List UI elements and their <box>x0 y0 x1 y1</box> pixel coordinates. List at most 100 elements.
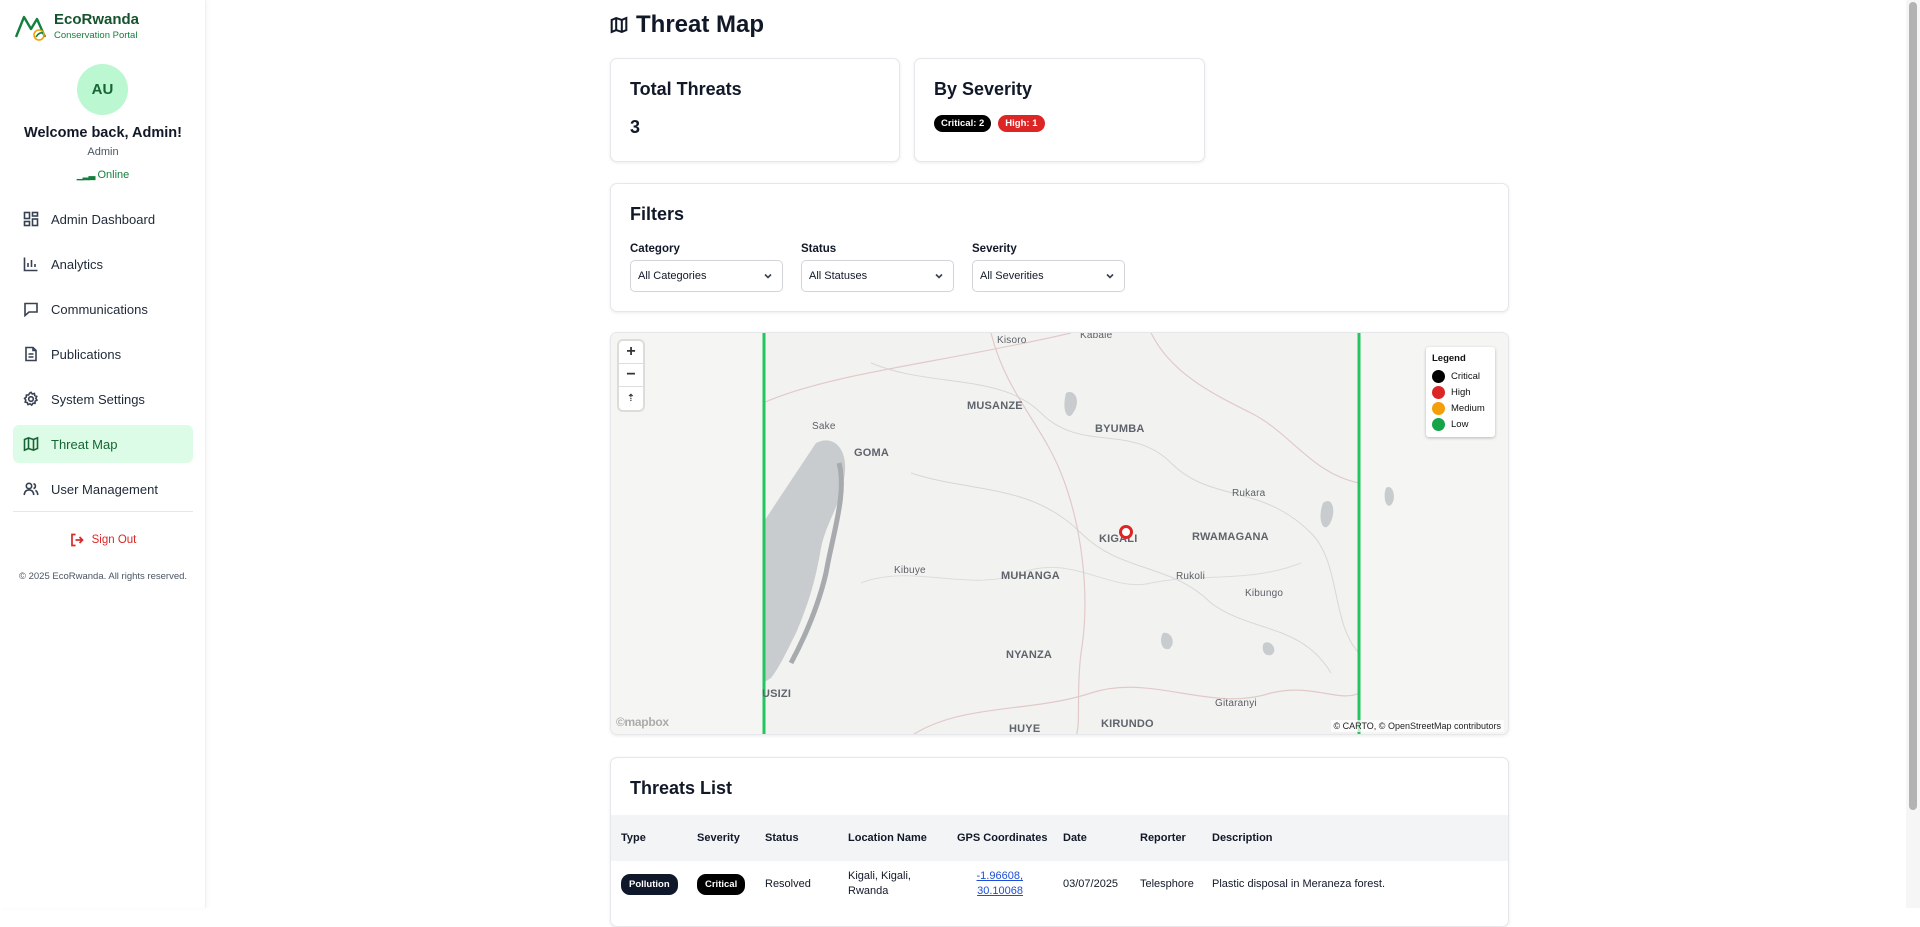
sidebar-item-label: Analytics <box>51 256 104 272</box>
legend-label: High <box>1451 386 1471 398</box>
severity-badges: Critical: 2 High: 1 <box>934 115 1185 132</box>
place-label: MUSANZE <box>967 400 1023 412</box>
description-cell: Plastic disposal in Meraneza forest. <box>1212 877 1386 890</box>
severity-filter-label: Severity <box>972 243 1017 255</box>
sidebar-item-publications[interactable]: Publications <box>13 335 193 373</box>
legend-item-high: High <box>1432 384 1489 400</box>
place-label: HUYE <box>1009 723 1041 735</box>
category-filter-label: Category <box>630 243 680 255</box>
legend-item-medium: Medium <box>1432 400 1489 416</box>
place-label: BYUMBA <box>1095 423 1145 435</box>
column-header[interactable]: Reporter <box>1130 815 1202 861</box>
zoom-out-button[interactable]: − <box>619 364 643 387</box>
zoom-in-button[interactable]: + <box>619 341 643 364</box>
column-header[interactable]: Date <box>1053 815 1130 861</box>
filters-title: Filters <box>630 204 685 224</box>
chevron-down-icon <box>764 273 772 279</box>
status-select-value: All Statuses <box>809 270 868 282</box>
map-attribution[interactable]: © CARTO, © OpenStreetMap contributors <box>1330 720 1504 732</box>
legend-label: Critical <box>1451 370 1481 382</box>
map-icon <box>610 16 628 34</box>
place-label: USIZI <box>762 688 792 700</box>
brand-subtitle: Conservation Portal <box>54 30 138 41</box>
threats-list-title: Threats List <box>630 778 733 798</box>
sidebar-item-label: User Management <box>51 481 158 497</box>
welcome-message: Welcome back, Admin! <box>24 125 182 141</box>
mapbox-logo[interactable]: ©mapbox <box>616 715 669 729</box>
by-severity-card: By Severity Critical: 2 High: 1 <box>914 58 1205 162</box>
severity-cell: Critical <box>687 861 755 907</box>
sidebar-item-label: System Settings <box>51 391 145 407</box>
signal-icon: ▁▂▃ <box>76 170 96 180</box>
category-select-value: All Categories <box>638 270 707 282</box>
sidebar-item-communications[interactable]: Communications <box>13 290 193 328</box>
place-label: MUHANGA <box>1001 570 1060 582</box>
sign-out-button[interactable]: Sign Out <box>0 533 206 547</box>
sidebar-item-system-settings[interactable]: System Settings <box>13 380 193 418</box>
brand-name: EcoRwanda <box>54 11 140 28</box>
column-header[interactable]: Status <box>755 815 838 861</box>
place-label: Kibuye <box>894 565 926 576</box>
scrollbar-thumb[interactable] <box>1909 2 1917 810</box>
sidebar-item-label: Communications <box>51 301 148 317</box>
total-threats-value: 3 <box>630 117 641 137</box>
sidebar: EcoRwanda Conservation Portal AU Welcome… <box>0 0 206 908</box>
sidebar-item-user-management[interactable]: User Management <box>13 470 193 508</box>
date-cell: 03/07/2025 <box>1063 877 1119 890</box>
column-header[interactable]: Severity <box>687 815 755 861</box>
map-legend: Legend Critical High Medium Low <box>1426 347 1495 437</box>
map-basemap[interactable] <box>611 333 1509 735</box>
bar-chart-icon <box>23 257 38 272</box>
column-header[interactable]: Description <box>1202 815 1508 861</box>
status-cell: Resolved <box>765 877 811 890</box>
column-header[interactable]: Location Name <box>838 815 947 861</box>
category-select[interactable]: All Categories <box>630 260 783 292</box>
severity-select[interactable]: All Severities <box>972 260 1125 292</box>
online-status: ▁▂▃ Online <box>0 169 206 181</box>
location-cell: Kigali, Kigali, Rwanda <box>848 870 911 897</box>
by-severity-title: By Severity <box>934 79 1033 99</box>
avatar[interactable]: AU <box>77 64 128 115</box>
column-header[interactable]: Type <box>611 815 687 861</box>
total-threats-title: Total Threats <box>630 79 742 99</box>
sidebar-item-threat-map[interactable]: Threat Map <box>13 425 193 463</box>
place-label: Gitaranyi <box>1215 698 1257 709</box>
legend-dot-medium <box>1432 401 1445 415</box>
brand[interactable]: EcoRwanda Conservation Portal <box>14 11 139 43</box>
legend-dot-low <box>1432 417 1445 431</box>
legend-dot-critical <box>1432 369 1445 383</box>
severity-badge: Critical <box>697 873 746 895</box>
legend-label: Medium <box>1451 402 1485 414</box>
sidebar-item-analytics[interactable]: Analytics <box>13 245 193 283</box>
status-filter-label: Status <box>801 243 837 255</box>
place-label: Rukoli <box>1176 571 1205 582</box>
threat-map[interactable]: Kisoro Kabale Sake GOMA MUSANZE BYUMBA R… <box>610 332 1509 735</box>
threat-marker[interactable] <box>1119 525 1133 539</box>
gps-cell: -1.96608, 30.10068 <box>947 861 1053 907</box>
sign-out-label: Sign Out <box>91 534 137 546</box>
page-title-text: Threat Map <box>636 11 765 38</box>
gear-icon <box>23 391 39 407</box>
place-label: Kisoro <box>997 335 1027 346</box>
column-header[interactable]: GPS Coordinates <box>947 815 1053 861</box>
legend-title: Legend <box>1432 353 1466 364</box>
severity-badge-critical: Critical: 2 <box>934 115 992 132</box>
copyright: © 2025 EcoRwanda. All rights reserved. <box>18 571 188 582</box>
status-select[interactable]: All Statuses <box>801 260 954 292</box>
zoom-controls: + − ⇡ <box>619 341 643 410</box>
threats-list-card: Threats List Type Severity Status Locati… <box>610 757 1509 927</box>
reset-north-button[interactable]: ⇡ <box>619 387 643 410</box>
gps-link[interactable]: -1.96608, 30.10068 <box>973 869 1023 899</box>
table-header-row: Type Severity Status Location Name GPS C… <box>611 815 1508 861</box>
sidebar-item-admin-dashboard[interactable]: Admin Dashboard <box>13 200 193 238</box>
users-icon <box>23 482 39 496</box>
severity-badge-high: High: 1 <box>998 115 1045 132</box>
type-cell: Pollution <box>611 861 687 907</box>
divider <box>13 511 193 512</box>
place-label: Rukara <box>1232 488 1266 499</box>
legend-item-critical: Critical <box>1432 368 1489 384</box>
place-label: GOMA <box>854 447 890 459</box>
chevron-down-icon <box>935 273 943 279</box>
table-row[interactable]: Pollution Critical Resolved Kigali, Kiga… <box>611 861 1508 907</box>
severity-select-value: All Severities <box>980 270 1044 282</box>
